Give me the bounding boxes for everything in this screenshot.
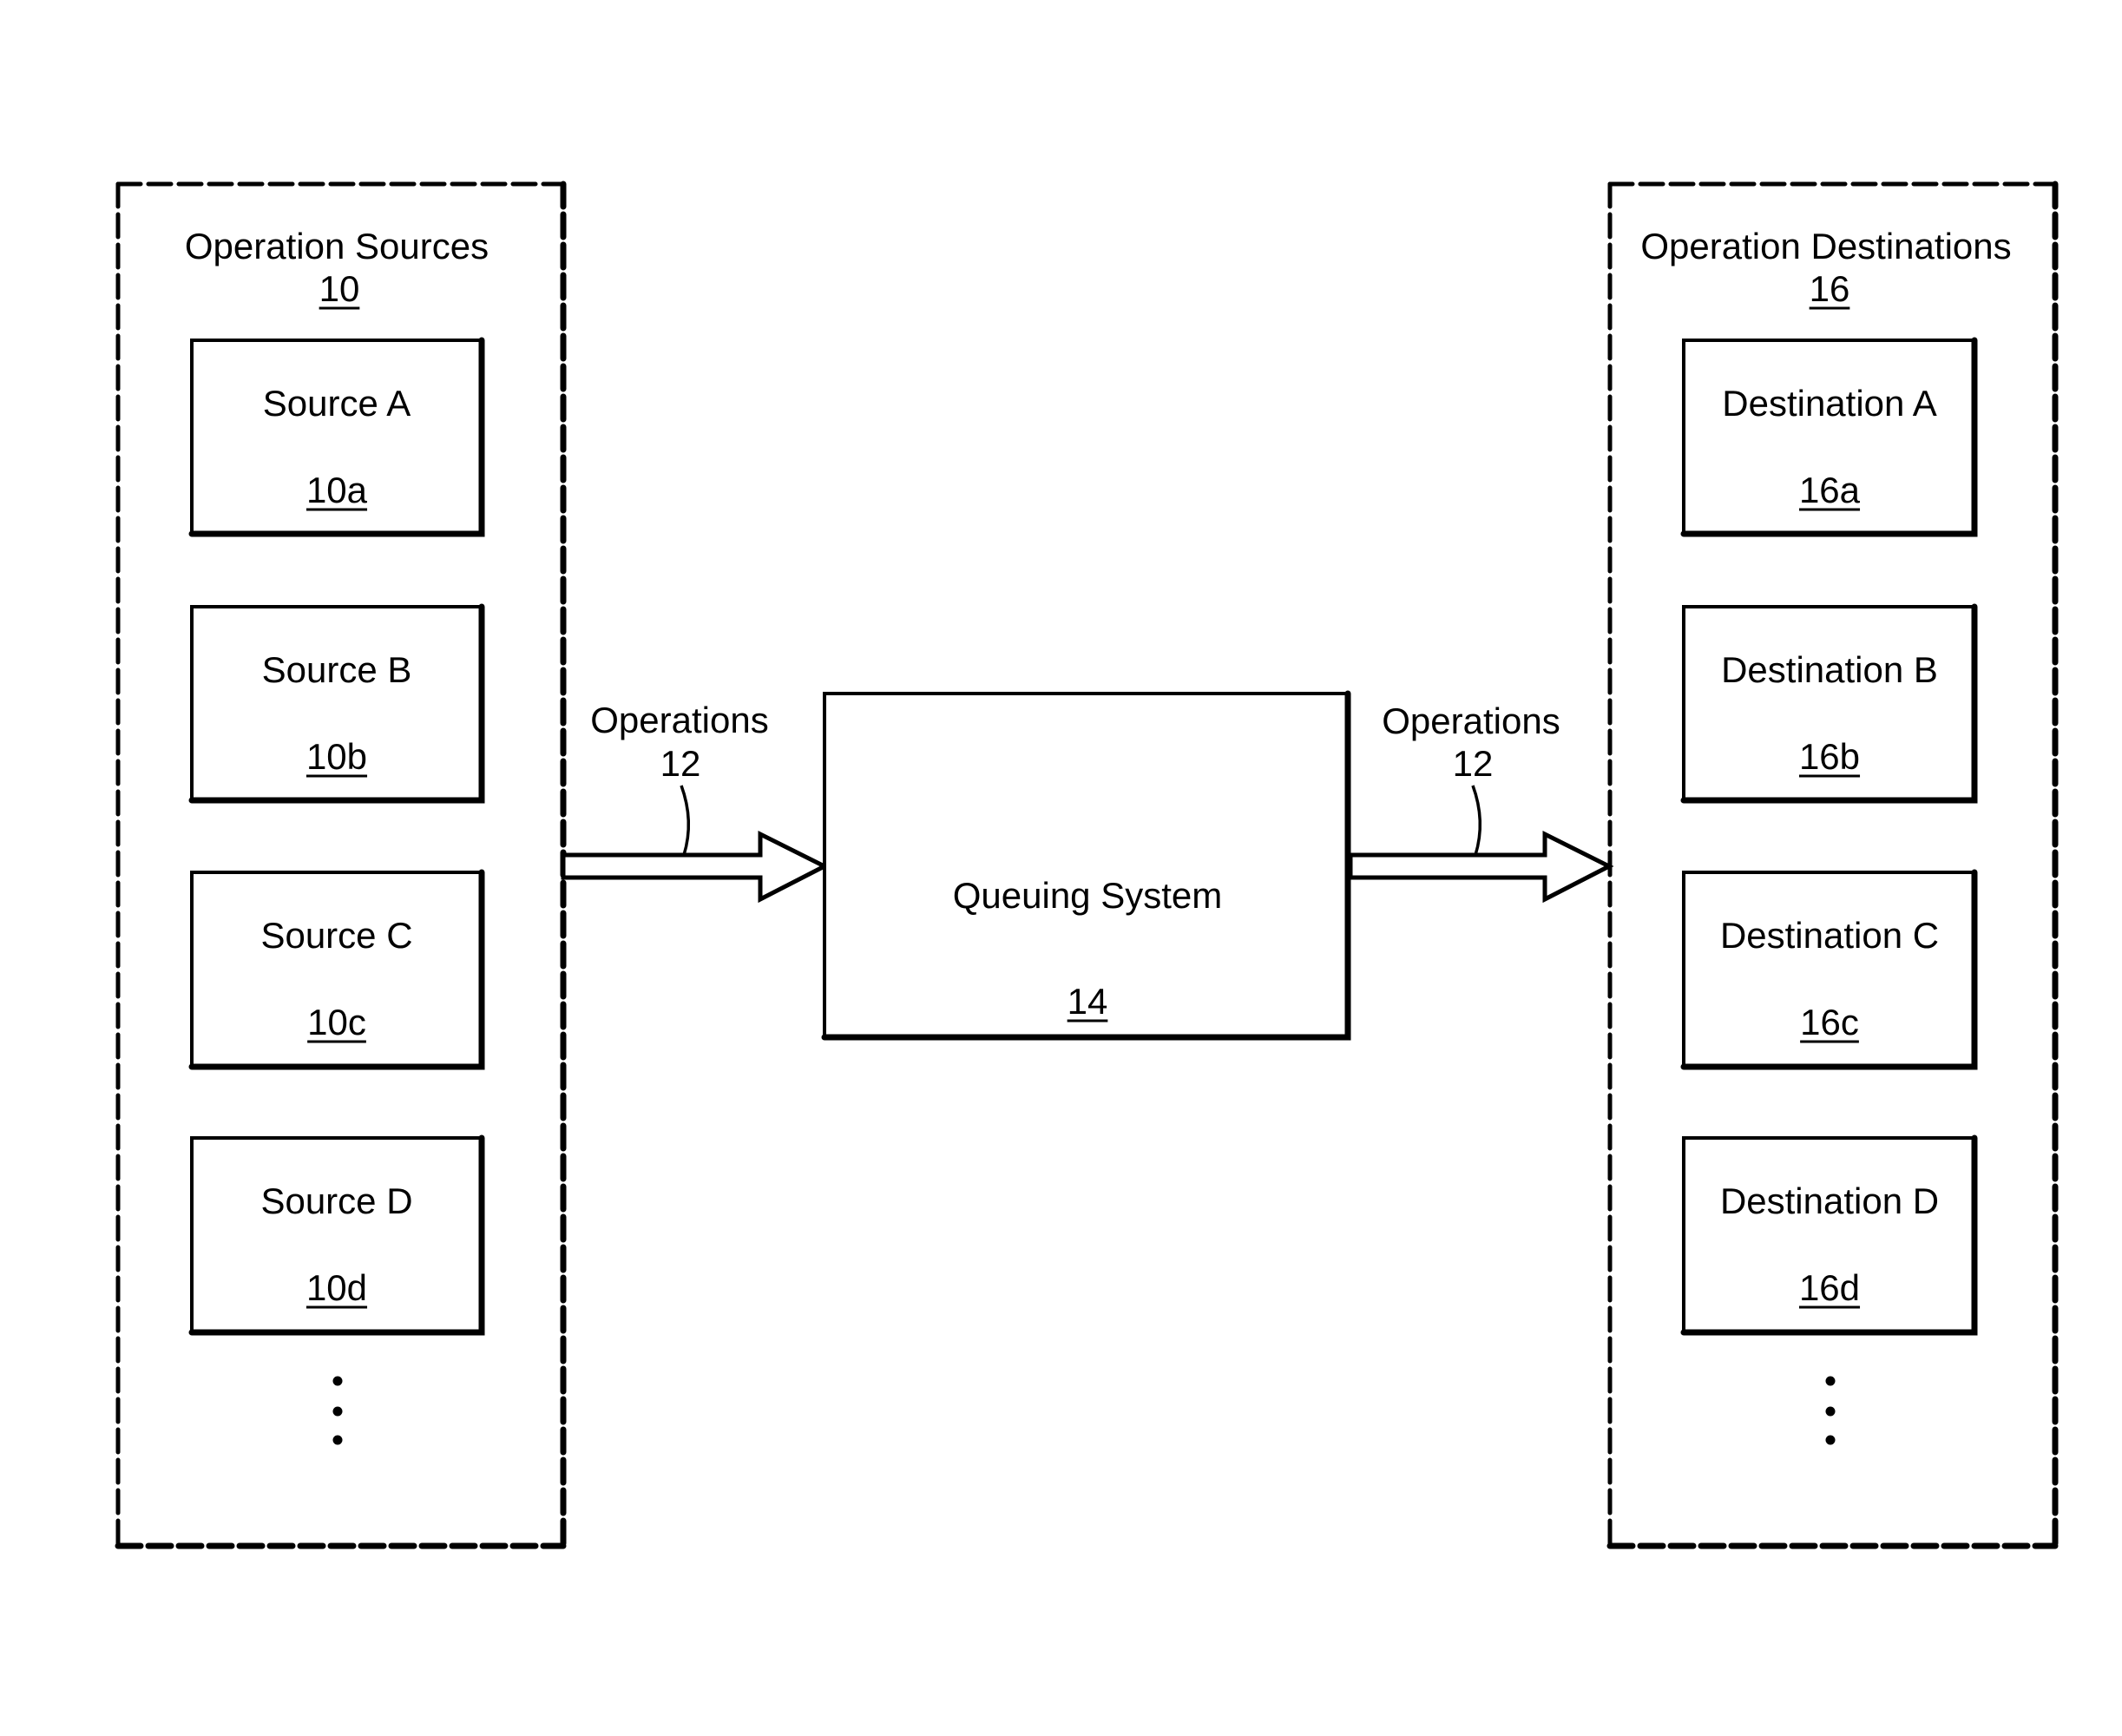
source-box-label: Source C [260,915,412,956]
source-box[interactable]: Source C 10c [188,869,485,1070]
source-box-ref: 10c [307,1002,366,1042]
destination-box-label: Destination C [1720,915,1939,956]
source-box[interactable]: Source B 10b [188,603,485,804]
queuing-system-label: Queuing System [953,875,1223,916]
source-box[interactable]: Source D 10d [188,1134,485,1336]
sources-ellipsis-icon [332,1376,343,1445]
source-box-label: Source D [260,1180,412,1221]
destination-box-ref: 16d [1799,1267,1860,1308]
reference-leader-line [680,785,691,856]
system-diagram: Operation Sources 10 Source A 10a Source… [115,181,2059,1549]
destination-box-label: Destination D [1720,1180,1939,1221]
destination-box-ref: 16b [1799,736,1860,777]
ellipsis-dot [1825,1435,1836,1445]
incoming-operations-arrow: Operations 12 [561,700,830,904]
ellipsis-dot [332,1406,343,1417]
destination-box[interactable]: Destination B 16b [1680,603,1978,804]
destination-box-ref: 16c [1800,1002,1859,1042]
outgoing-arrow-ref: 12 [1453,743,1494,784]
reference-leader-line [1471,785,1482,856]
ellipsis-dot [1825,1376,1836,1386]
ellipsis-dot [1825,1406,1836,1417]
source-box-ref: 10b [306,736,367,777]
incoming-arrow-ref: 12 [660,743,701,784]
sources-group-title: Operation Sources [185,226,489,266]
destination-box[interactable]: Destination A 16a [1680,337,1978,537]
operation-sources-group: Operation Sources 10 Source A 10a Source… [115,181,567,1549]
outgoing-operations-arrow: Operations 12 [1348,700,1614,904]
incoming-arrow-label: Operations [590,700,768,740]
destinations-group-title: Operation Destinations [1640,226,2011,266]
destinations-ellipsis-icon [1825,1376,1836,1445]
arrow-right-icon [561,830,830,904]
outgoing-arrow-label: Operations [1382,700,1560,741]
destination-box[interactable]: Destination C 16c [1680,869,1978,1070]
sources-group-ref: 10 [319,268,360,309]
source-box-ref: 10d [306,1267,367,1308]
destination-box[interactable]: Destination D 16d [1680,1134,1978,1336]
source-box-label: Source A [263,383,411,424]
destination-box-ref: 16a [1799,470,1861,510]
ellipsis-dot [332,1376,343,1386]
arrow-right-icon [1348,830,1614,904]
source-box[interactable]: Source A 10a [188,337,485,537]
queuing-system-ref: 14 [1068,981,1108,1022]
destination-box-label: Destination B [1721,649,1938,690]
destination-box-label: Destination A [1722,383,1937,424]
destinations-group-ref: 16 [1810,268,1850,309]
ellipsis-dot [332,1435,343,1445]
source-box-ref: 10a [306,470,368,510]
operation-destinations-group: Operation Destinations 16 Destination A … [1606,181,2059,1549]
source-box-label: Source B [262,649,412,690]
queuing-system-box[interactable]: Queuing System 14 [821,690,1351,1041]
